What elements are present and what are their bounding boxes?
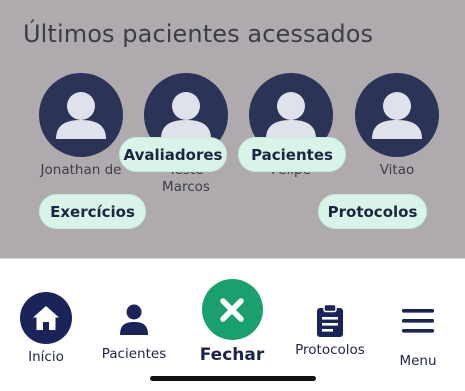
tab-label-protocols: Protocolos <box>295 342 365 358</box>
patient-card[interactable]: Jonathan de <box>39 73 123 196</box>
hamburger-menu-icon <box>402 309 434 333</box>
close-icon <box>220 297 244 322</box>
tab-menu[interactable]: Menu <box>393 308 443 369</box>
bottom-tab-bar: Início Pacientes Fechar Protocolos Menu <box>0 258 465 391</box>
tab-label-menu: Menu <box>399 353 437 369</box>
patient-name: Jonathan de <box>40 162 122 178</box>
tab-home[interactable]: Início <box>14 292 78 365</box>
patient-card[interactable]: Vitao <box>355 73 439 196</box>
tab-patients[interactable]: Pacientes <box>100 303 168 362</box>
protocols-quick-button[interactable]: Protocolos <box>318 194 427 229</box>
patient-name: Vitao <box>379 162 415 178</box>
recent-patients-section: Últimos pacientes acessados Jonathan de … <box>0 0 465 258</box>
home-indicator[interactable] <box>150 376 316 381</box>
evaluators-button[interactable]: Avaliadores <box>119 137 227 172</box>
patient-card[interactable]: Teste Marcos <box>144 73 228 196</box>
person-icon <box>120 304 148 335</box>
avatar <box>39 73 123 157</box>
tab-label-home: Início <box>28 349 64 365</box>
tab-label-patients: Pacientes <box>101 346 167 362</box>
patients-quick-button[interactable]: Pacientes <box>238 137 346 172</box>
exercises-button[interactable]: Exercícios <box>39 194 146 229</box>
tab-label-close: Fechar <box>199 345 265 365</box>
home-icon <box>33 306 59 330</box>
close-button[interactable] <box>201 279 263 340</box>
home-button[interactable] <box>20 292 72 344</box>
person-avatar-icon <box>56 92 106 139</box>
clipboard-icon <box>317 303 343 337</box>
person-avatar-icon <box>372 92 422 139</box>
tab-protocols[interactable]: Protocolos <box>293 303 367 358</box>
tab-close[interactable]: Fechar <box>196 279 268 365</box>
section-title: Últimos pacientes acessados <box>23 20 374 48</box>
avatar <box>355 73 439 157</box>
patient-card[interactable]: Felipe <box>249 73 333 196</box>
